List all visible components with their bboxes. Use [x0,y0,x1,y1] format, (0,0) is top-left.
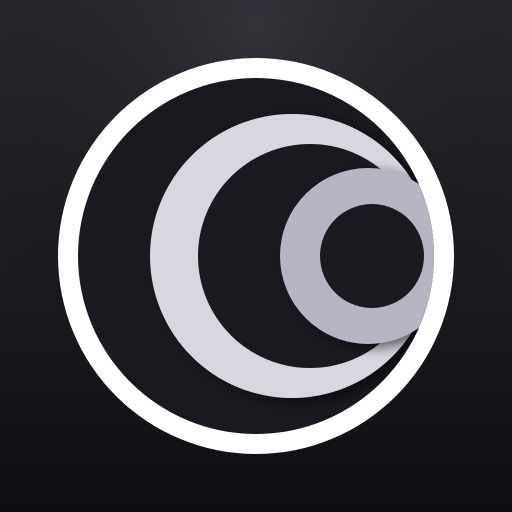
app-icon [0,0,512,512]
core-hole [320,204,424,308]
concentric-rings-logo [0,0,512,512]
